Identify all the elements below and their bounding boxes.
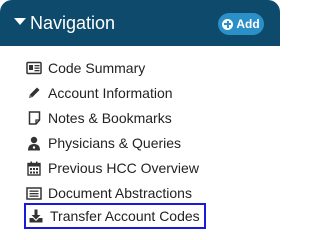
add-button-label: Add	[236, 17, 260, 31]
id-card-icon	[26, 60, 42, 76]
nav-item-account-information[interactable]: Account Information	[26, 82, 173, 104]
nav-item-label: Transfer Account Codes	[50, 208, 200, 224]
nav-item-label: Document Abstractions	[48, 185, 192, 201]
download-icon	[28, 208, 44, 224]
pencil-icon	[26, 85, 42, 101]
nav-item-physicians-queries[interactable]: Physicians & Queries	[26, 132, 181, 154]
doctor-icon	[26, 135, 42, 151]
navigation-header[interactable]: Navigation Add	[0, 0, 280, 46]
nav-item-label: Code Summary	[48, 60, 146, 76]
panel-title: Navigation	[30, 13, 116, 33]
nav-item-notes-bookmarks[interactable]: Notes & Bookmarks	[26, 107, 172, 129]
nav-item-label: Account Information	[48, 85, 173, 101]
note-icon	[26, 110, 42, 126]
nav-item-previous-hcc-overview[interactable]: Previous HCC Overview	[26, 157, 199, 179]
navigation-panel: Navigation Add Code Summary Account Info…	[0, 0, 280, 236]
nav-item-label: Physicians & Queries	[48, 135, 182, 151]
nav-item-code-summary[interactable]: Code Summary	[26, 57, 145, 79]
plus-circle-icon	[222, 18, 234, 30]
add-button[interactable]: Add	[218, 13, 264, 35]
caret-down-icon[interactable]	[14, 18, 26, 25]
nav-item-transfer-account-codes[interactable]: Transfer Account Codes	[24, 203, 206, 229]
nav-item-label: Previous HCC Overview	[48, 160, 199, 176]
list-box-icon	[26, 185, 42, 201]
nav-item-label: Notes & Bookmarks	[48, 110, 172, 126]
calendar-icon	[26, 160, 42, 176]
nav-item-document-abstractions[interactable]: Document Abstractions	[26, 182, 192, 204]
